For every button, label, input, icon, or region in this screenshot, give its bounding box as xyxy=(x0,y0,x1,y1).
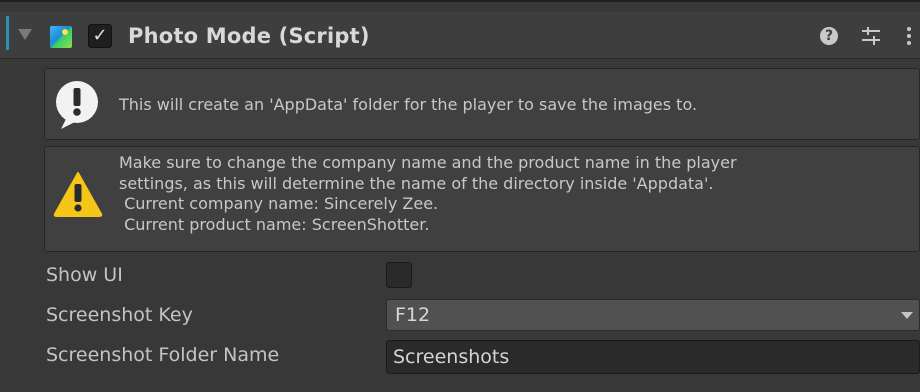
show-ui-label: Show UI xyxy=(46,264,123,286)
enable-checkbox[interactable]: ✓ xyxy=(88,24,112,48)
info-exclamation-icon xyxy=(56,81,98,129)
info-help-text: This will create an 'AppData' folder for… xyxy=(119,95,698,114)
component-header[interactable]: ✓ Photo Mode (Script) ? xyxy=(0,12,920,59)
inspector-component: ✓ Photo Mode (Script) ? This will create… xyxy=(0,0,920,392)
show-ui-checkbox[interactable] xyxy=(386,262,412,288)
selection-accent xyxy=(6,16,9,50)
warning-help-text: Make sure to change the company name and… xyxy=(119,153,737,234)
image-script-icon xyxy=(50,26,72,48)
chevron-down-icon xyxy=(901,312,913,319)
question-icon[interactable]: ? xyxy=(820,27,838,45)
screenshot-key-label: Screenshot Key xyxy=(46,304,193,326)
screenshot-key-dropdown[interactable]: F12 xyxy=(386,299,920,331)
sliders-icon[interactable] xyxy=(860,25,882,47)
triangle-down-icon[interactable] xyxy=(18,29,32,40)
screenshot-folder-label: Screenshot Folder Name xyxy=(46,344,280,366)
warning-triangle-icon xyxy=(53,172,103,217)
component-title: Photo Mode (Script) xyxy=(128,24,370,48)
warning-help-box: Make sure to change the company name and… xyxy=(44,146,920,252)
kebab-menu-icon[interactable] xyxy=(904,25,914,47)
info-help-box: This will create an 'AppData' folder for… xyxy=(44,68,920,140)
screenshot-folder-input[interactable] xyxy=(386,340,920,374)
screenshot-key-value: F12 xyxy=(395,304,431,326)
